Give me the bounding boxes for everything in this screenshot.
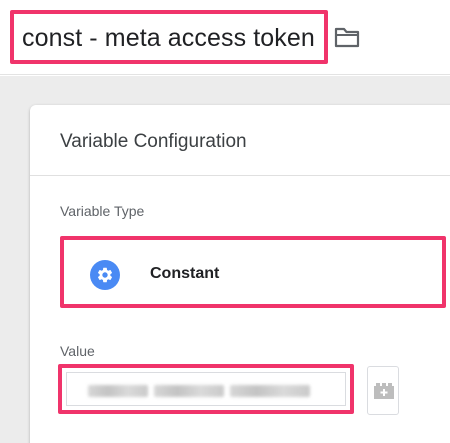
folder-icon[interactable] — [333, 25, 361, 49]
card-title: Variable Configuration — [60, 131, 247, 152]
redacted-value — [154, 385, 224, 397]
variable-name-title[interactable]: const - meta access token — [22, 24, 315, 53]
variable-type-name: Constant — [150, 265, 220, 282]
variable-type-label: Variable Type — [60, 203, 145, 219]
gear-icon — [90, 260, 120, 290]
value-label: Value — [60, 343, 95, 359]
variable-name-highlight[interactable]: const - meta access token — [10, 10, 328, 64]
variable-configuration-card: Variable Configuration Variable Type Con… — [30, 105, 450, 443]
header: const - meta access token — [0, 0, 450, 75]
value-highlight — [58, 364, 354, 414]
variable-type-selector[interactable]: Constant — [60, 236, 446, 308]
divider — [30, 175, 450, 176]
redacted-value — [88, 385, 148, 397]
page: const - meta access token Variable Confi… — [0, 0, 450, 443]
redacted-value — [230, 385, 310, 397]
variable-picker-icon[interactable] — [367, 366, 399, 415]
